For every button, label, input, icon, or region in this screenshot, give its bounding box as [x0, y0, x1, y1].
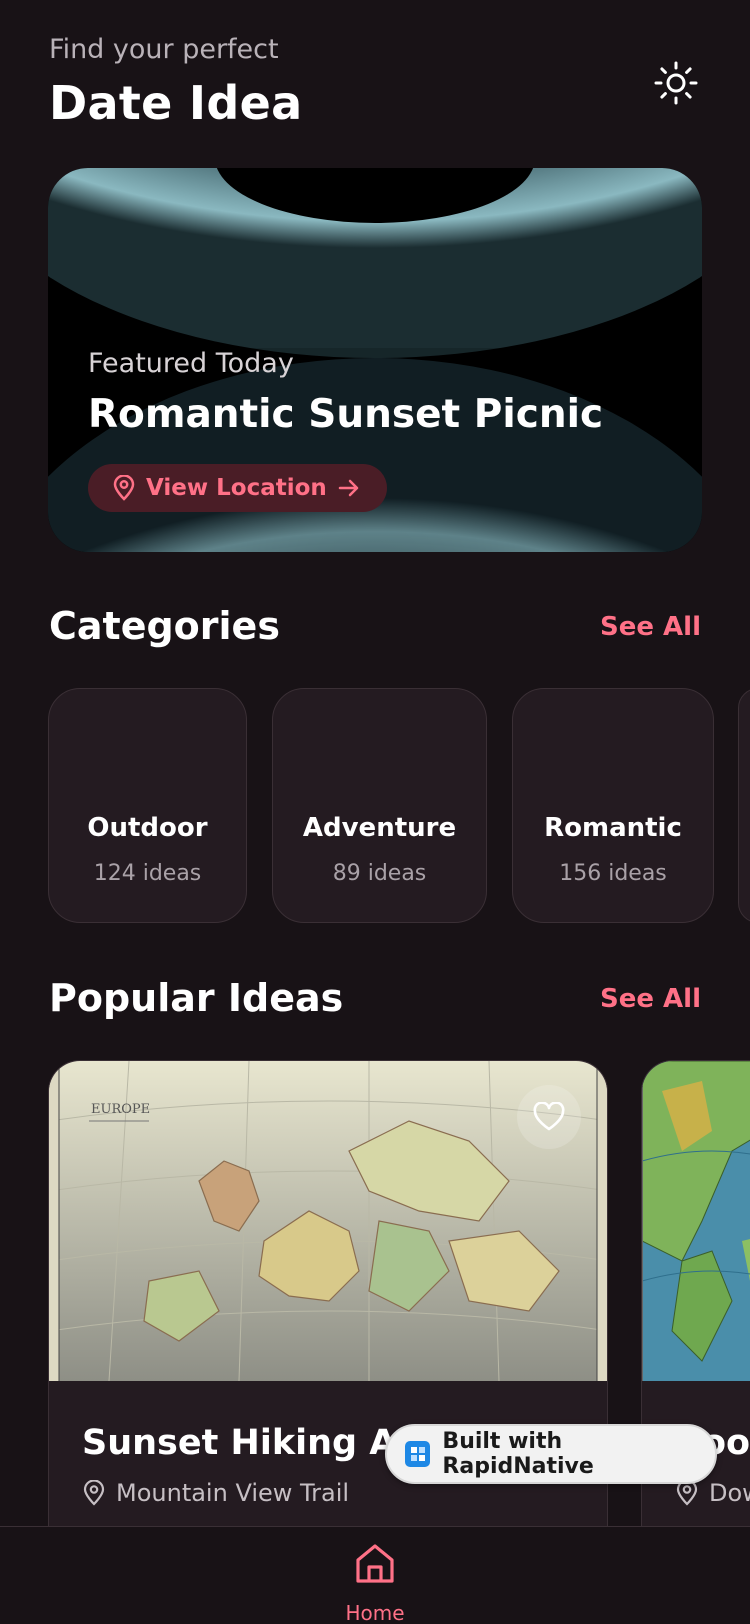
category-name: Adventure: [302, 813, 457, 843]
idea-card[interactable]: EUROPE Sunset Hiking Adv Mountain View T…: [48, 1060, 608, 1590]
tab-home[interactable]: Home: [335, 1541, 415, 1624]
idea-image-europe-map: EUROPE: [49, 1061, 607, 1381]
heart-icon: [533, 1102, 565, 1131]
idea-location: Mountain View Trail: [82, 1479, 349, 1507]
view-location-button[interactable]: View Location: [88, 464, 387, 512]
category-count: 89 ideas: [332, 861, 427, 886]
badge-label: Built with RapidNative: [442, 1429, 594, 1479]
category-card-outdoor[interactable]: Outdoor 124 ideas: [48, 688, 247, 923]
favorite-button[interactable]: [517, 1085, 581, 1149]
categories-heading: Categories: [49, 604, 280, 648]
popular-see-all-link[interactable]: See All: [600, 984, 701, 1014]
category-count: 124 ideas: [93, 861, 202, 886]
map-pin-icon: [83, 1480, 105, 1506]
home-icon: [356, 1544, 394, 1583]
built-with-badge[interactable]: Built with RapidNative: [385, 1424, 717, 1484]
popular-ideas-heading: Popular Ideas: [49, 976, 344, 1020]
category-card-partial[interactable]: [738, 688, 750, 923]
featured-title: Romantic Sunset Picnic: [88, 392, 604, 437]
map-pin-icon: [113, 475, 135, 501]
page-title: Date Idea: [49, 76, 303, 130]
rapidnative-logo-icon: [405, 1441, 431, 1467]
idea-card[interactable]: Roof Dow: [641, 1060, 750, 1590]
category-card-adventure[interactable]: Adventure 89 ideas: [272, 688, 487, 923]
category-name: Romantic: [544, 813, 682, 843]
bottom-tab-bar: Home: [0, 1526, 750, 1624]
map-label-europe: EUROPE: [91, 1102, 150, 1117]
category-name: Outdoor: [87, 813, 208, 843]
view-location-label: View Location: [146, 475, 327, 501]
idea-location-label: Dow: [709, 1479, 750, 1507]
tab-home-label: Home: [345, 1601, 405, 1624]
categories-see-all-link[interactable]: See All: [600, 612, 701, 642]
category-card-romantic[interactable]: Romantic 156 ideas: [512, 688, 714, 923]
category-count: 156 ideas: [559, 861, 667, 886]
categories-list: Outdoor 124 ideas Adventure 89 ideas Rom…: [48, 688, 750, 924]
featured-card[interactable]: Featured Today Romantic Sunset Picnic Vi…: [48, 168, 702, 552]
sun-icon: [654, 61, 698, 105]
idea-location-label: Mountain View Trail: [116, 1479, 350, 1507]
arrow-right-icon: [338, 479, 359, 497]
header: Find your perfect Date Idea: [49, 34, 701, 134]
theme-toggle-button[interactable]: [651, 58, 701, 108]
idea-image-southeast-asia-map: [642, 1061, 750, 1381]
header-subtitle: Find your perfect: [49, 34, 279, 65]
featured-label: Featured Today: [88, 348, 294, 379]
